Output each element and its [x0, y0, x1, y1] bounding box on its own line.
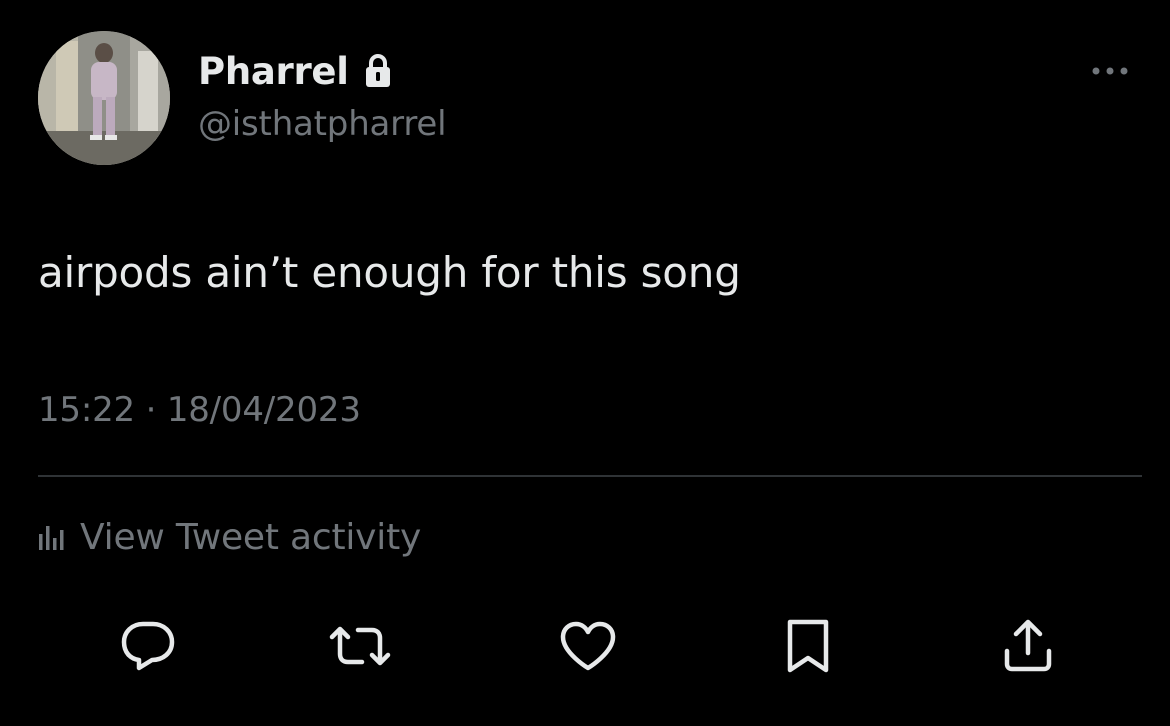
share-button[interactable] [996, 614, 1060, 678]
activity-label: View Tweet activity [80, 516, 422, 558]
view-tweet-activity-link[interactable]: View Tweet activity [38, 512, 421, 562]
meta-separator: · [145, 390, 157, 430]
avatar[interactable] [38, 31, 170, 165]
display-name[interactable]: Pharrel [198, 50, 349, 93]
tweet-action-bar [0, 614, 1170, 678]
tweet-date: 18/04/2023 [166, 390, 361, 430]
heart-icon [560, 621, 616, 671]
bookmark-icon [787, 619, 829, 673]
comment-icon [121, 621, 175, 671]
tweet-detail: Pharrel @isthatpharrel airpods ain’t eno… [0, 0, 1170, 726]
bookmark-button[interactable] [776, 614, 840, 678]
tweet-timestamp[interactable]: 15:22 · 18/04/2023 [38, 390, 361, 430]
like-button[interactable] [556, 614, 620, 678]
user-handle[interactable]: @isthatpharrel [198, 104, 447, 144]
tweet-text: airpods ain’t enough for this song [38, 248, 741, 297]
divider [38, 475, 1142, 477]
share-icon [1004, 619, 1052, 672]
display-name-row: Pharrel [198, 46, 393, 96]
lock-icon [363, 53, 393, 89]
tweet-time: 15:22 [38, 390, 135, 430]
reply-button[interactable] [116, 614, 180, 678]
more-options-icon[interactable] [1088, 60, 1132, 82]
retweet-icon [329, 626, 391, 666]
analytics-icon [38, 520, 66, 554]
retweet-button[interactable] [328, 614, 392, 678]
avatar-photo [38, 31, 170, 165]
